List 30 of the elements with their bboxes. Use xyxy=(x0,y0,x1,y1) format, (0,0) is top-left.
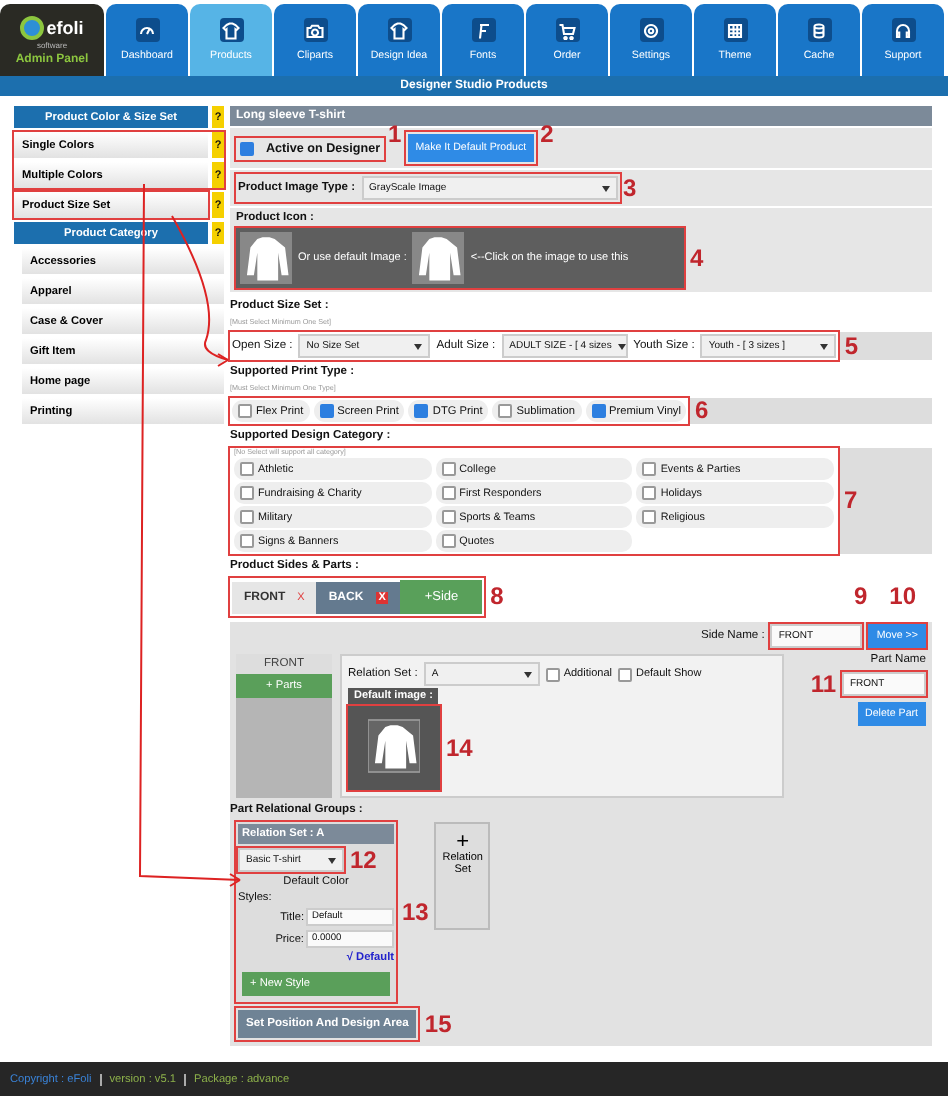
headset-icon xyxy=(894,21,912,39)
shirt-icon xyxy=(222,21,240,39)
annotation-number: 5 xyxy=(844,335,859,357)
annotation-number: 14 xyxy=(446,737,473,759)
annotation-number: 8 xyxy=(490,586,504,608)
brand-name: efoli xyxy=(46,17,84,37)
shirt-icon xyxy=(390,21,408,39)
shirt-image[interactable] xyxy=(368,716,420,776)
annotation-number: 10 xyxy=(889,586,916,608)
annotation-number: 2 xyxy=(540,124,554,146)
annotation-number: 4 xyxy=(690,247,704,269)
annotation-number: 1 xyxy=(388,124,402,146)
annotation-number: 6 xyxy=(694,400,709,422)
annotation-number: 12 xyxy=(350,849,377,871)
shirt-thumbnail[interactable] xyxy=(412,232,465,284)
settings-icon xyxy=(642,21,660,39)
grid-icon xyxy=(726,21,744,39)
shirt-thumbnail[interactable] xyxy=(240,232,292,284)
annotation-number: 9 xyxy=(853,586,868,608)
cart-icon xyxy=(558,21,576,39)
database-icon xyxy=(810,21,828,39)
logo-icon xyxy=(20,15,45,39)
annotation-number: 3 xyxy=(623,177,637,199)
annotation-number: 7 xyxy=(844,490,858,512)
annotation-number: 11 xyxy=(810,673,836,695)
gauge-icon xyxy=(138,21,156,39)
annotation-number: 13 xyxy=(402,902,429,924)
camera-icon xyxy=(306,21,324,39)
font-icon xyxy=(474,21,492,39)
annotation-number: 15 xyxy=(424,1013,452,1035)
